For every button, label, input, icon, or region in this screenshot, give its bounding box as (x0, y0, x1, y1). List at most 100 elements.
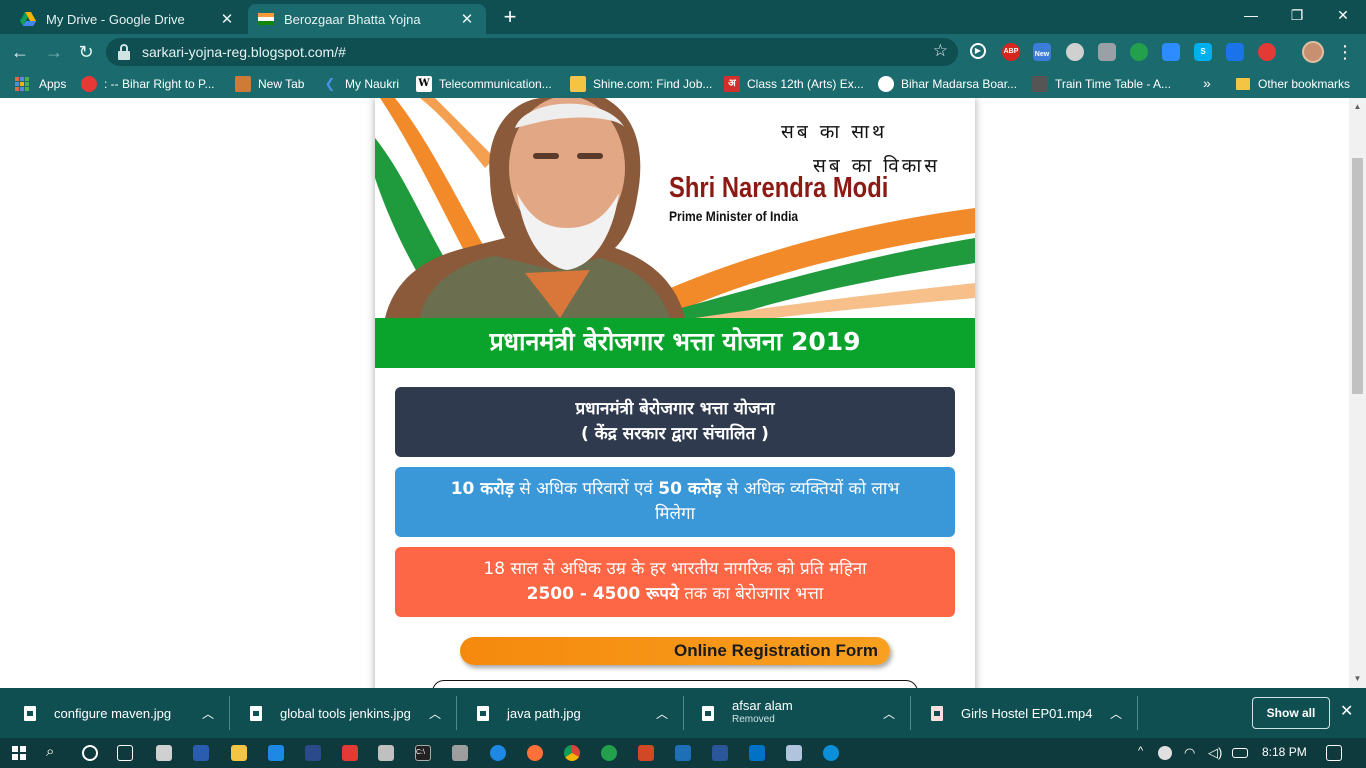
powerpoint-icon[interactable] (638, 745, 654, 761)
anydesk-icon[interactable] (342, 745, 358, 761)
bookmark-item[interactable]: W Telecommunication... (416, 76, 552, 92)
bookmark-item[interactable]: अ Class 12th (Arts) Ex... (724, 76, 864, 92)
edge-legacy-icon[interactable] (490, 745, 506, 761)
tab-close-icon[interactable]: ✕ (218, 10, 236, 28)
download-filename: Girls Hostel EP01.mp4 (961, 705, 1093, 721)
page-heading: प्रधानमंत्री बेरोजगार भत्ता योजना 2019 (375, 318, 975, 368)
hangouts-icon[interactable] (1130, 43, 1148, 61)
hangouts-icon[interactable] (601, 745, 617, 761)
scroll-down-arrow-icon[interactable]: ▼ (1349, 672, 1366, 686)
task-view-icon[interactable] (117, 745, 133, 761)
photos-icon[interactable] (675, 745, 691, 761)
bookmark-star-icon[interactable]: ☆ (933, 41, 948, 61)
bookmark-item[interactable]: Bihar Madarsa Boar... (878, 76, 1017, 92)
file-explorer-icon[interactable] (231, 745, 247, 761)
record-icon[interactable] (1066, 43, 1084, 61)
chevron-up-icon[interactable]: ︿ (202, 705, 214, 722)
tab-close-icon[interactable]: ✕ (458, 10, 476, 28)
chrome-icon[interactable] (564, 745, 580, 761)
bookmark-item[interactable]: ❮ My Naukri (322, 76, 399, 92)
scroll-up-arrow-icon[interactable]: ▲ (1349, 100, 1366, 114)
bookmark-label: Class 12th (Arts) Ex... (747, 77, 864, 91)
restore-icon[interactable]: ❐ (1274, 0, 1320, 30)
store-icon[interactable] (156, 745, 172, 761)
search-icon[interactable]: ⌕ (46, 743, 54, 760)
zoom-icon[interactable] (1162, 43, 1180, 61)
download-item[interactable]: Girls Hostel EP01.mp4 ︿ (911, 688, 1138, 738)
chevron-up-icon[interactable]: ︿ (656, 705, 668, 722)
scheme-title: प्रधानमंत्री बेरोजगार भत्ता योजना (575, 399, 775, 419)
address-bar[interactable]: sarkari-yojna-reg.blogspot.com/# ☆ (106, 38, 958, 66)
apps-bookmark[interactable]: Apps (14, 76, 66, 92)
vertical-scrollbar[interactable]: ▲ ▼ (1349, 98, 1366, 688)
header-banner: सब का साथ सब का विकास Shri Narendra Modi… (375, 98, 975, 318)
train-icon (1032, 76, 1048, 92)
allowance-info-box: 18 साल से अधिक उम्र के हर भारतीय नागरिक … (395, 547, 955, 617)
menu-kebab-icon[interactable]: ⋮ (1336, 40, 1354, 64)
chevron-up-icon[interactable]: ︿ (429, 705, 441, 722)
grid-extension-icon[interactable] (1226, 43, 1244, 61)
forward-arrow-icon[interactable]: → (42, 40, 66, 64)
chevron-up-icon[interactable]: ︿ (883, 705, 895, 722)
tab-google-drive[interactable]: My Drive - Google Drive ✕ (10, 4, 246, 34)
bookmarks-overflow-icon[interactable]: » (1203, 75, 1211, 91)
download-item[interactable]: afsar alam Removed ︿ (684, 688, 911, 738)
minimize-icon[interactable]: — (1228, 0, 1274, 30)
media-player-icon[interactable] (305, 745, 321, 761)
bookmark-label: Apps (39, 77, 67, 91)
profile-avatar[interactable] (1302, 41, 1324, 63)
bookmark-item[interactable]: Train Time Table - A... (1032, 76, 1171, 92)
other-bookmarks[interactable]: Other bookmarks (1236, 76, 1350, 92)
download-item[interactable]: global tools jenkins.jpg ︿ (230, 688, 457, 738)
refresh-extension-icon[interactable] (1258, 43, 1276, 61)
tab-berozgaar-bhatta-yojna[interactable]: Berozgaar Bhatta Yojna ✕ (248, 4, 486, 34)
window-close-icon[interactable]: ✕ (1320, 0, 1366, 30)
battery-icon[interactable] (1232, 748, 1248, 758)
download-item[interactable]: java path.jpg ︿ (457, 688, 684, 738)
edge-icon[interactable] (823, 745, 839, 761)
close-downloads-icon[interactable]: ✕ (1340, 701, 1353, 721)
chevron-up-icon[interactable]: ︿ (1110, 705, 1122, 722)
action-center-icon[interactable] (1326, 745, 1342, 761)
bookmark-label: Shine.com: Find Job... (593, 77, 713, 91)
allowance-text: तक का बेरोजगार भत्ता (678, 584, 824, 604)
clock[interactable]: 8:18 PM (1262, 745, 1307, 759)
bookmark-item[interactable]: : -- Bihar Right to P... (81, 76, 215, 92)
word-icon[interactable] (712, 745, 728, 761)
online-registration-button[interactable]: Online Registration Form (460, 637, 890, 665)
india-flag-icon (258, 13, 274, 25)
reload-icon[interactable]: ↻ (74, 40, 98, 64)
download-item[interactable]: configure maven.jpg ︿ (0, 688, 230, 738)
download-filename: global tools jenkins.jpg (280, 705, 411, 721)
youtube-icon[interactable]: ▶ (970, 43, 986, 59)
snipping-icon[interactable] (378, 745, 394, 761)
powershell-icon[interactable] (193, 745, 209, 761)
bookmark-item[interactable]: Shine.com: Find Job... (570, 76, 712, 92)
bookmark-item[interactable]: New Tab (235, 76, 304, 92)
lock-icon[interactable] (118, 44, 130, 60)
show-all-downloads-button[interactable]: Show all (1252, 697, 1330, 729)
tray-chevron-up-icon[interactable]: ^ (1138, 745, 1143, 757)
skype-icon[interactable]: S (1194, 43, 1212, 61)
url-text[interactable]: sarkari-yojna-reg.blogspot.com/# (142, 44, 346, 60)
camera-icon[interactable] (1098, 43, 1116, 61)
back-arrow-icon[interactable]: ← (8, 40, 32, 64)
slogan-line-1: सब का साथ (781, 121, 888, 143)
outlook-icon[interactable] (749, 745, 765, 761)
volume-icon[interactable]: ◁) (1208, 745, 1222, 761)
wifi-icon[interactable]: ◠ (1184, 745, 1195, 761)
onedrive-icon[interactable] (1158, 746, 1172, 760)
scrollbar-thumb[interactable] (1352, 158, 1363, 394)
cortana-icon[interactable] (82, 745, 98, 761)
cmd-icon[interactable]: C:\ (415, 745, 431, 761)
tools-icon[interactable] (452, 745, 468, 761)
new-tab-button[interactable]: + (498, 5, 522, 29)
new-extension-icon[interactable]: New (1033, 43, 1051, 61)
firefox-icon[interactable] (527, 745, 543, 761)
windows-start-icon[interactable] (12, 746, 26, 760)
registration-form[interactable] (432, 680, 918, 688)
adblock-plus-icon[interactable]: ABP (1002, 43, 1020, 61)
mail-icon[interactable] (268, 745, 284, 761)
beneficiaries-line-1: 10 करोड़ से अधिक परिवारों एवं 50 करोड़ स… (395, 477, 955, 502)
notepad-icon[interactable] (786, 745, 802, 761)
